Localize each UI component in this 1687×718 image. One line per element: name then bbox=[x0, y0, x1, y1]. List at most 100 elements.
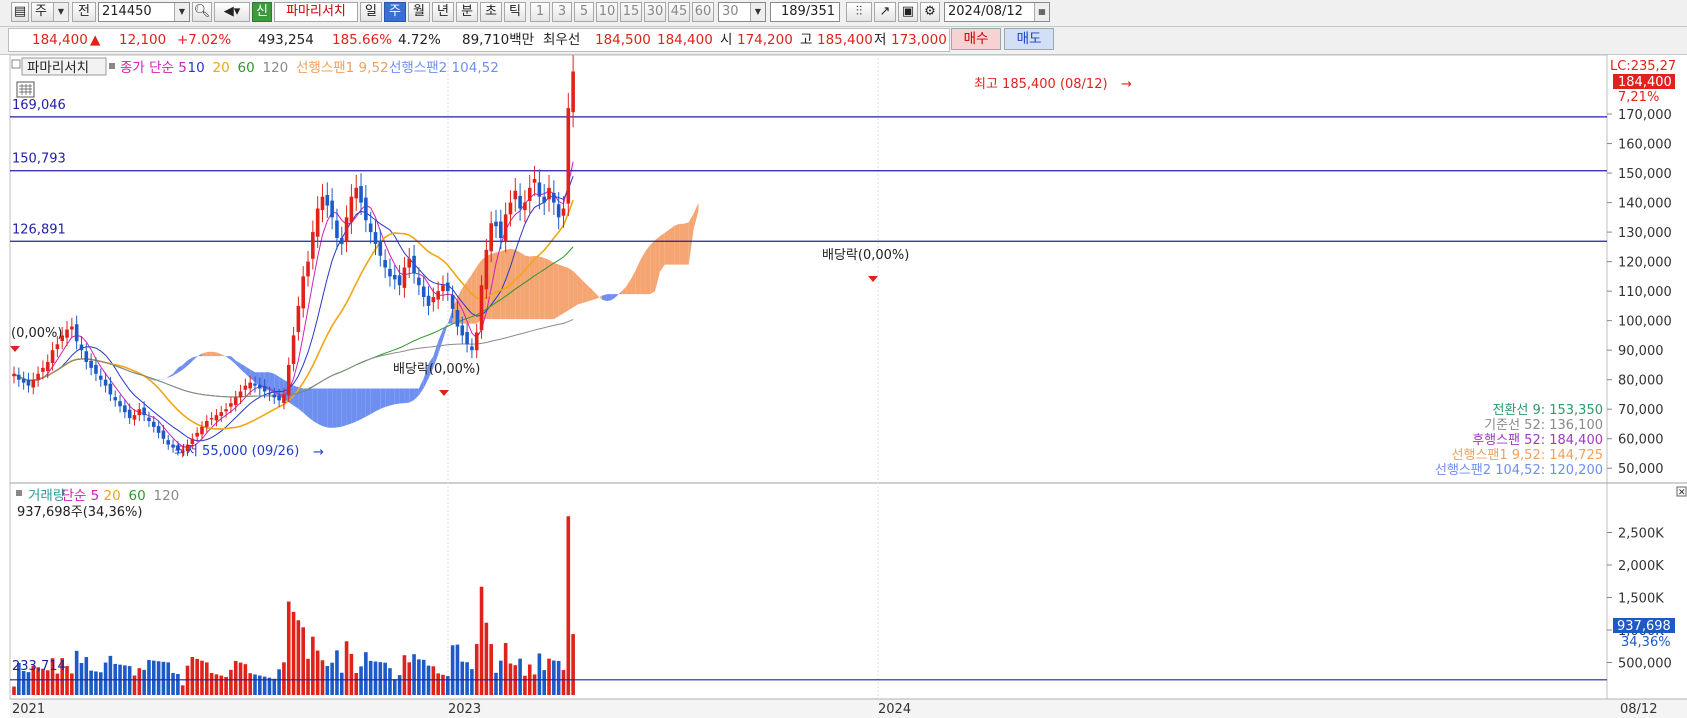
volume-bar bbox=[561, 670, 566, 695]
cloud-segment bbox=[539, 256, 545, 320]
ichimoku-readout-line: 선행스팬1 9,52: 144,725 bbox=[1452, 447, 1603, 463]
candle bbox=[527, 187, 532, 201]
candle bbox=[523, 202, 527, 211]
cloud-segment bbox=[375, 388, 381, 412]
cloud-segment bbox=[389, 388, 395, 406]
cloud-segment bbox=[529, 256, 535, 320]
y-tick-label: 90,000 bbox=[1618, 344, 1664, 359]
volume-bar bbox=[315, 650, 320, 695]
volume-bar bbox=[98, 672, 103, 695]
candle bbox=[368, 223, 373, 233]
table-icon[interactable] bbox=[16, 81, 35, 98]
candle bbox=[291, 335, 296, 364]
cloud-segment bbox=[399, 388, 405, 404]
y-tick-label: 130,000 bbox=[1618, 226, 1672, 241]
candle bbox=[41, 367, 45, 372]
volume-bar bbox=[383, 662, 387, 695]
volume-legend: 거래량단순 5 20 60 120 bbox=[28, 488, 179, 504]
candle bbox=[537, 182, 542, 197]
cloud-segment bbox=[558, 264, 564, 317]
candle bbox=[306, 261, 310, 277]
volume-current: 937,698주(34,36%) bbox=[17, 505, 142, 520]
volume-bar bbox=[484, 622, 489, 695]
volume-bar bbox=[431, 666, 436, 695]
candle bbox=[378, 240, 383, 256]
cloud-segment bbox=[606, 294, 612, 302]
x-tick-label: 2021 bbox=[12, 702, 45, 717]
candle bbox=[103, 379, 108, 386]
cloud-segment bbox=[568, 267, 574, 311]
volume-bar bbox=[388, 668, 392, 695]
x-axis-bar bbox=[10, 699, 1687, 718]
volume-bar bbox=[137, 668, 142, 695]
candle bbox=[373, 232, 378, 244]
cloud-segment bbox=[553, 262, 559, 320]
legend-item: 60 bbox=[238, 60, 255, 76]
volume-bar bbox=[412, 654, 416, 695]
candle bbox=[243, 385, 248, 390]
candle bbox=[36, 373, 40, 380]
candle bbox=[214, 415, 219, 421]
cloud-segment bbox=[317, 388, 323, 427]
cloud-segment bbox=[308, 388, 313, 421]
candle bbox=[26, 379, 31, 386]
candle bbox=[421, 286, 426, 298]
y-tick-label: 2,000K bbox=[1618, 559, 1664, 574]
volume-bar bbox=[373, 661, 378, 695]
candle bbox=[311, 232, 315, 259]
y-tick-label: 1,500K bbox=[1618, 592, 1664, 607]
lc-label: LC:235,27 bbox=[1610, 59, 1676, 74]
volume-bar bbox=[378, 662, 383, 695]
cloud-segment bbox=[206, 351, 212, 357]
cloud-segment bbox=[505, 248, 511, 320]
legend-item: 거래량 bbox=[28, 488, 65, 504]
stock-chart[interactable]: 169,046 150,793 126,891 50,000 60,000 70,000… bbox=[0, 0, 1687, 718]
candle bbox=[272, 394, 277, 398]
volume-bar bbox=[282, 662, 286, 695]
candle bbox=[89, 360, 93, 368]
legend-item: 120 bbox=[154, 488, 180, 504]
y-tick-label: 140,000 bbox=[1618, 197, 1672, 212]
candle bbox=[156, 426, 161, 433]
cloud-segment bbox=[573, 270, 578, 308]
cloud-segment bbox=[674, 223, 680, 265]
cloud-segment bbox=[380, 388, 386, 409]
high-annotation: 최고 185,400 (08/12) bbox=[974, 77, 1108, 92]
candle bbox=[31, 379, 36, 388]
volume-bar bbox=[311, 636, 315, 695]
volume-bar bbox=[248, 673, 252, 695]
volume-bar bbox=[339, 672, 344, 695]
cloud-segment bbox=[346, 388, 352, 426]
price-axis: 50,000 60,000 70,000 80,000 90,000 100,000 110… bbox=[1607, 108, 1672, 477]
cloud-segment bbox=[322, 388, 328, 428]
volume-bar bbox=[89, 670, 93, 695]
volume-tag-pct: 34,36% bbox=[1621, 635, 1671, 650]
volume-bar bbox=[26, 672, 31, 695]
volume-bar bbox=[94, 671, 98, 695]
volume-bar bbox=[127, 666, 132, 695]
volume-bar bbox=[176, 673, 180, 695]
ichimoku-readout-line: 전환선 9: 153,350 bbox=[1492, 403, 1603, 418]
candle bbox=[349, 196, 354, 223]
volume-bar bbox=[344, 641, 349, 695]
cloud-segment bbox=[577, 275, 583, 305]
y-tick-label: 120,000 bbox=[1618, 256, 1672, 271]
cloud-segment bbox=[365, 388, 371, 417]
volume-bar bbox=[523, 675, 527, 695]
legend-item: 종가 단순 5 bbox=[120, 60, 187, 76]
x-tick-label: 2023 bbox=[448, 702, 481, 717]
candle bbox=[474, 332, 479, 351]
candle bbox=[142, 407, 146, 416]
dividend-label: 배당락(0,00%) bbox=[822, 248, 909, 263]
volume-bar bbox=[147, 659, 151, 695]
volume-bar bbox=[503, 642, 508, 695]
candle bbox=[436, 291, 440, 300]
candle bbox=[267, 393, 272, 395]
candle bbox=[224, 409, 228, 412]
legend-item: 10 bbox=[188, 60, 205, 76]
volume-bar bbox=[180, 685, 185, 695]
candle bbox=[455, 310, 460, 327]
ichimoku-readout-line: 기준선 52: 136,100 bbox=[1484, 418, 1603, 433]
cloud-segment bbox=[679, 223, 684, 265]
y-tick-label: 80,000 bbox=[1618, 374, 1664, 389]
